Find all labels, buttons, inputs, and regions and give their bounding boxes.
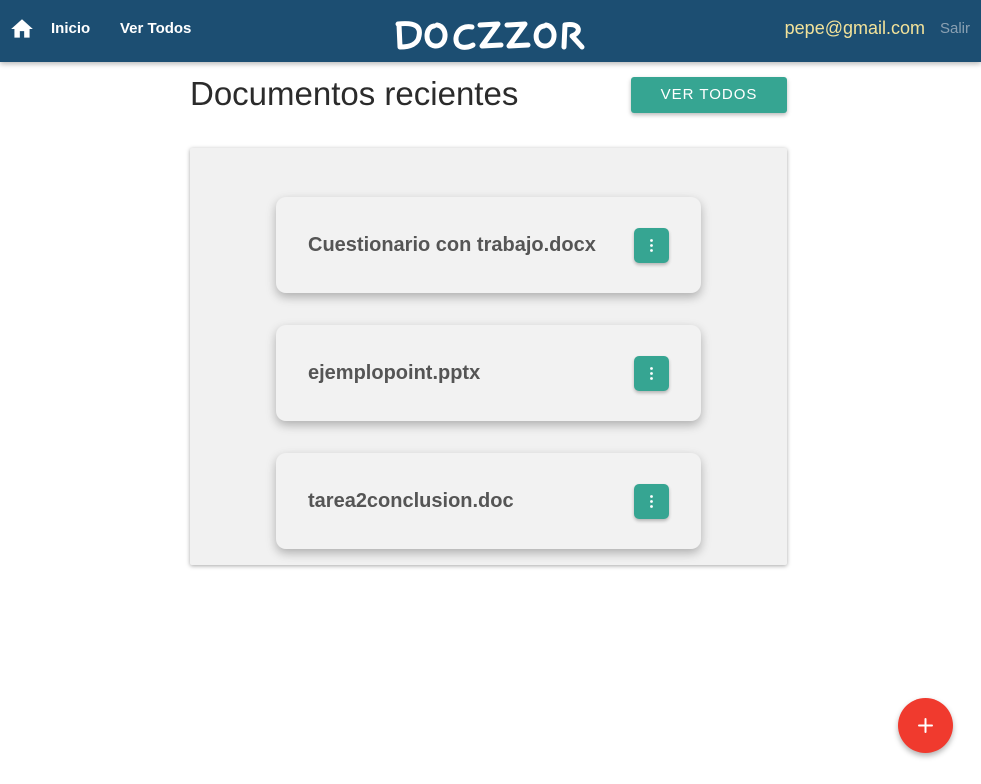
- nav-link-ver-todos[interactable]: Ver Todos: [120, 20, 191, 38]
- add-document-fab[interactable]: [898, 698, 953, 753]
- logout-link[interactable]: Salir: [940, 21, 970, 37]
- nav-link-inicio[interactable]: Inicio: [51, 20, 90, 38]
- plus-icon: [918, 718, 933, 733]
- document-card[interactable]: ejemplopoint.pptx: [276, 325, 701, 421]
- document-menu-button[interactable]: [634, 228, 669, 263]
- view-all-button[interactable]: VER TODOS: [631, 77, 787, 113]
- navbar: Inicio Ver Todos pepe@gmail.com Salir: [0, 0, 981, 62]
- document-menu-button[interactable]: [634, 484, 669, 519]
- recent-documents-panel: Cuestionario con trabajo.docx ejemplopoi…: [190, 148, 787, 565]
- document-card[interactable]: tarea2conclusion.doc: [276, 453, 701, 549]
- more-vert-icon: [650, 239, 653, 252]
- brand-logo[interactable]: [394, 14, 586, 54]
- document-name: tarea2conclusion.doc: [308, 490, 514, 512]
- home-icon[interactable]: [9, 16, 35, 42]
- document-name: Cuestionario con trabajo.docx: [308, 234, 596, 256]
- document-name: ejemplopoint.pptx: [308, 362, 481, 384]
- more-vert-icon: [650, 367, 653, 380]
- user-email: pepe@gmail.com: [784, 18, 925, 38]
- more-vert-icon: [650, 495, 653, 508]
- document-card[interactable]: Cuestionario con trabajo.docx: [276, 197, 701, 293]
- document-menu-button[interactable]: [634, 356, 669, 391]
- page-title: Documentos recientes: [190, 75, 519, 112]
